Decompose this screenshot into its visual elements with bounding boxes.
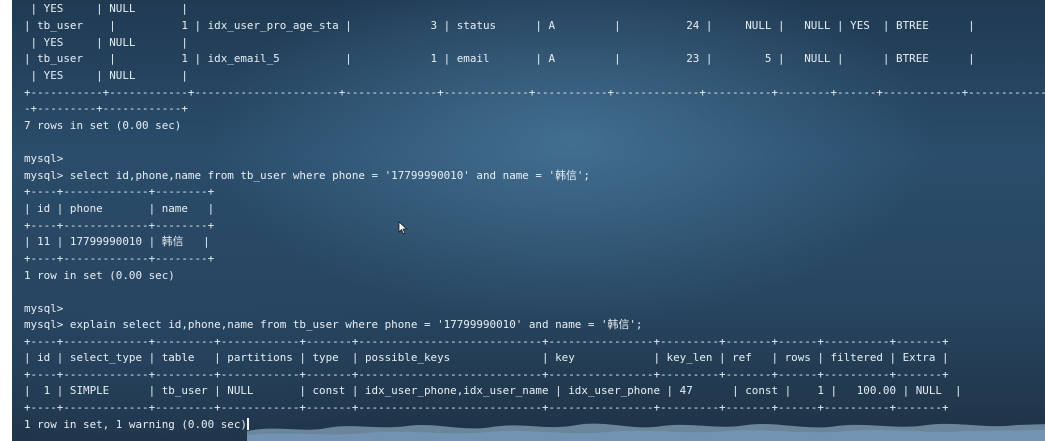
output-line: | YES | NULL | <box>24 36 188 49</box>
output-line: | tb_user | 1 | idx_email_5 | 1 | email … <box>24 52 975 65</box>
result-summary: 1 row in set, 1 warning (0.00 sec) <box>24 418 247 431</box>
table-border-line: +----+-------------+---------+----------… <box>24 335 949 348</box>
table-border-line: +----+-------------+---------+----------… <box>24 368 949 381</box>
table-border-line: +----+-------------+--------+ <box>24 219 215 232</box>
sql-command: mysql> explain select id,phone,name from… <box>24 318 643 331</box>
output-line: | YES | NULL | <box>24 2 188 15</box>
result-summary: 7 rows in set (0.00 sec) <box>24 119 182 132</box>
table-row: | 11 | 17799990010 | 韩信 | <box>24 235 210 248</box>
table-border-line: +----+-------------+--------+ <box>24 185 215 198</box>
sql-command: mysql> select id,phone,name from tb_user… <box>24 169 590 182</box>
output-line: | YES | NULL | <box>24 69 188 82</box>
mysql-prompt: mysql> <box>24 152 64 165</box>
table-row: | 1 | SIMPLE | tb_user | NULL | const | … <box>24 384 962 397</box>
table-border-line: +----+-------------+---------+----------… <box>24 401 949 414</box>
result-summary: 1 row in set (0.00 sec) <box>24 269 175 282</box>
table-border-line: +----+-------------+--------+ <box>24 252 215 265</box>
output-line: | tb_user | 1 | idx_user_pro_age_sta | 3… <box>24 19 975 32</box>
mysql-prompt: mysql> <box>24 302 64 315</box>
result-summary-line: 1 row in set, 1 warning (0.00 sec) <box>24 418 249 432</box>
table-border-line: -+---------+------------+ <box>24 102 188 115</box>
terminal-output[interactable]: | YES | NULL | | tb_user | 1 | idx_user_… <box>12 0 1045 441</box>
table-header-row: | id | phone | name | <box>24 202 215 215</box>
table-border-line: +-----------+------------+--------------… <box>24 86 1045 99</box>
text-cursor-icon <box>246 418 249 430</box>
table-header-row: | id | select_type | table | partitions … <box>24 351 949 364</box>
terminal-window[interactable]: | YES | NULL | | tb_user | 1 | idx_user_… <box>12 0 1045 441</box>
